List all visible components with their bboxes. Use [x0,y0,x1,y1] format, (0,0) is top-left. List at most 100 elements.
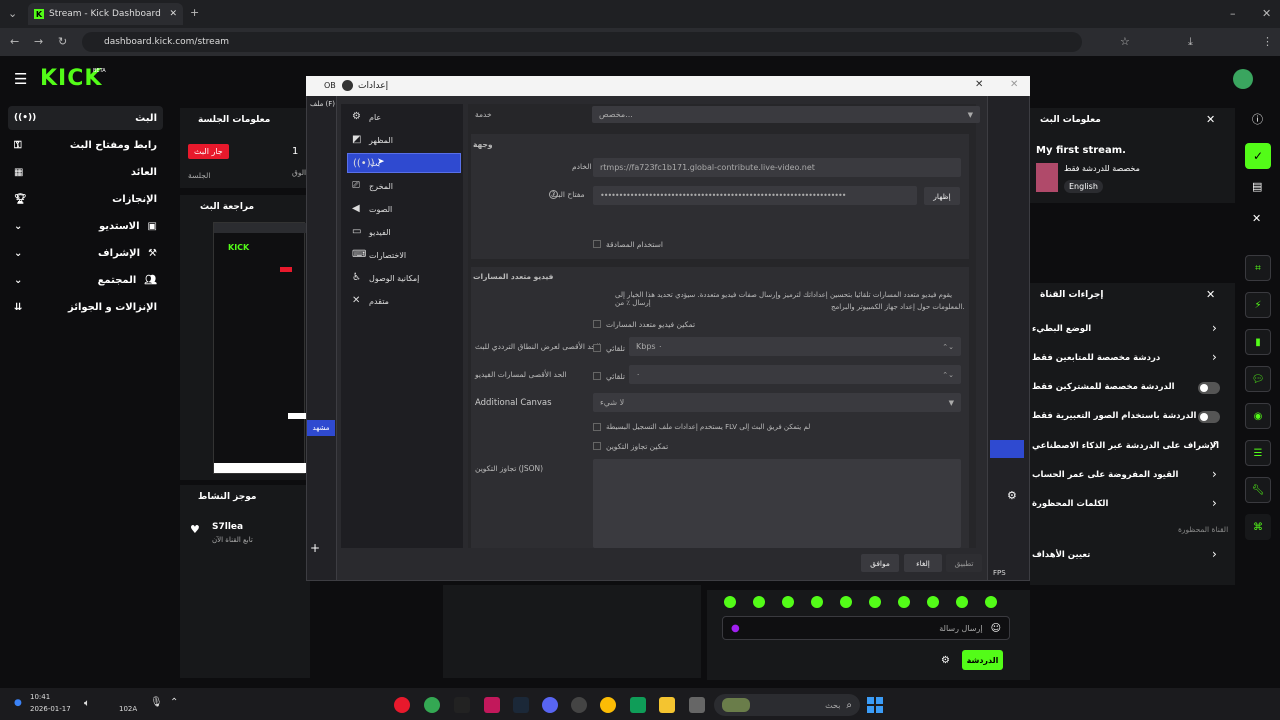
emote-icon[interactable] [724,596,736,608]
stream-key-field[interactable]: ••••••••••••••••••••••••••••••••••••••••… [593,186,917,205]
sidebar-item-stream[interactable]: ((•)) البث [8,106,163,130]
flv-checkbox[interactable] [593,423,601,431]
chat-settings-icon[interactable]: ⚙ [941,655,950,666]
emote-icon[interactable] [898,596,910,608]
emote-icon[interactable] [753,596,765,608]
menu-icon[interactable]: ⋮ [1262,35,1273,48]
chat-icon[interactable]: 💬︎ [1245,366,1271,392]
discord-app-icon[interactable] [542,697,558,713]
close-window-icon[interactable]: ✕ [1262,7,1271,20]
chevron-right-icon[interactable]: › [1212,350,1217,364]
chrome-app-icon[interactable] [424,697,440,713]
stepper-icon[interactable]: ⌃⌄ [942,371,954,379]
mic-icon[interactable]: 🎙︎ [150,697,163,708]
layout-icon[interactable]: ▤ [1252,180,1262,193]
nav-audio[interactable]: ◀ الصوت [347,199,461,219]
clock-date[interactable]: 2026-01-17 [30,705,71,713]
emote-icon[interactable] [956,596,968,608]
stepper-icon[interactable]: ⌃⌄ [942,343,954,351]
check-icon[interactable]: ✓ [1245,143,1271,169]
chevron-right-icon[interactable]: › [1212,547,1217,561]
show-key-button[interactable]: إظهار [924,187,960,205]
reload-icon[interactable]: ↻ [58,35,67,48]
chrome-app-icon-2[interactable] [600,697,616,713]
grid-icon[interactable]: ⌘ [1245,514,1271,540]
mic-icon[interactable]: ● [731,623,740,634]
close-icon[interactable]: ✕ [1206,113,1215,126]
close-dialog-icon[interactable]: ✕ [975,79,983,90]
emote-icon[interactable] [782,596,794,608]
chat-input[interactable]: ● إرسال رسالة ☺ [722,616,1010,640]
windows-start-icon[interactable] [867,697,883,713]
folder-app-icon[interactable] [659,697,675,713]
clock-time[interactable]: 10:41 [30,693,50,701]
bookmark-star-icon[interactable]: ☆ [1120,35,1130,48]
stream-preview-video[interactable]: KICK [213,222,306,474]
sidebar-item-moderation[interactable]: ⌄ الإشراف ⚒ [8,241,163,265]
broadcast-icon[interactable]: ◉ [1245,403,1271,429]
close-icon[interactable]: ✕ [1206,288,1215,301]
external-link-icon[interactable]: ↗ [1211,439,1219,450]
minimize-icon[interactable]: – [1230,7,1236,20]
help-icon[interactable]: ? [549,190,558,199]
focus-icon[interactable]: ⌗ [1245,255,1271,281]
activity-user[interactable]: S7llea [212,522,243,532]
service-select[interactable]: مخصص... ▼ [592,106,980,123]
emote-icon[interactable] [985,596,997,608]
sidebar-item-drops[interactable]: ⇊ الإنزالات و الجوائز [8,295,163,319]
wrench-icon[interactable]: 🔧︎ [1245,477,1271,503]
server-field[interactable]: rtmps://fa723fc1b171.global-contribute.l… [593,158,961,177]
new-tab-icon[interactable]: + [190,6,199,19]
nav-video[interactable]: ▭ الفيديو [347,222,461,242]
sidebar-item-achievements[interactable]: 🏆︎ الإنجازات [8,187,163,211]
emote-icon[interactable] [840,596,852,608]
auto-bandwidth-checkbox[interactable] [593,344,601,352]
auth-checkbox[interactable] [593,240,601,248]
chevron-right-icon[interactable]: › [1212,467,1217,481]
steam-app-icon[interactable] [513,697,529,713]
file-menu[interactable]: ملف (F) [310,100,335,108]
sidebar-item-stream-key[interactable]: ⚿ رابط ومفتاح البث [8,133,163,157]
chevron-right-icon[interactable]: › [1212,321,1217,335]
back-icon[interactable]: ← [10,35,19,48]
ok-button[interactable]: موافق [861,554,899,572]
list-icon[interactable]: ☰ [1245,440,1271,466]
close-icon[interactable]: ✕ [1252,212,1261,225]
url-field[interactable]: dashboard.kick.com/stream [82,32,1082,52]
nav-stream[interactable]: ((•)) بث [347,153,461,173]
store-app-icon[interactable] [630,697,646,713]
terminal-app-icon[interactable] [454,697,470,713]
notes-icon[interactable]: ▮ [1245,329,1271,355]
override-checkbox[interactable] [593,442,601,450]
apply-button[interactable]: تطبيق [946,554,982,572]
bolt-icon[interactable]: ⚡︎ [1245,292,1271,318]
download-icon[interactable]: ⤓ [1188,35,1193,49]
nav-appearance[interactable]: ◩ المظهر [347,130,461,150]
taskbar-search[interactable]: بحث ⌕ [714,694,860,716]
avatar[interactable] [1233,69,1253,89]
emote-icon[interactable] [927,596,939,608]
nav-output[interactable]: ⎚ المخرج [347,176,461,196]
browser-tab[interactable]: K Stream - Kick Dashboard ✕ [28,3,183,25]
obs-close-icon[interactable]: ✕ [1010,79,1018,90]
editor-app-icon[interactable] [484,697,500,713]
info-icon[interactable]: ⓘ [1252,111,1263,127]
bandwidth-spinbox[interactable]: Kbps ٠ ⌃⌄ [629,337,961,356]
sidebar-item-revenue[interactable]: ▦ العائد [8,160,163,184]
cancel-button[interactable]: إلغاء [904,554,942,572]
canvas-select[interactable]: لا شيء ▼ [593,393,961,412]
auto-tracks-checkbox[interactable] [593,372,601,380]
hamburger-menu-icon[interactable]: ☰ [14,70,27,88]
obs-app-icon[interactable] [394,697,410,713]
chevron-up-icon[interactable]: ⌃ [170,697,178,708]
sidebar-item-studio[interactable]: ⌄ الاستديو ▣ [8,214,163,238]
nav-general[interactable]: ⚙ عام [347,107,461,127]
sidebar-item-community[interactable]: ⌄ المجتمع 👥︎ [8,268,163,292]
subscribers-only-toggle[interactable] [1198,382,1220,394]
obs-settings-icon[interactable]: ⚙ [1007,489,1017,502]
tab-list-icon[interactable]: ⌄ [8,7,17,20]
enable-multitrack-checkbox[interactable] [593,320,601,328]
chevron-right-icon[interactable]: › [1212,496,1217,510]
nav-accessibility[interactable]: ♿︎ إمكانية الوصول [347,268,461,288]
scene-item[interactable]: مشهد [307,420,335,436]
